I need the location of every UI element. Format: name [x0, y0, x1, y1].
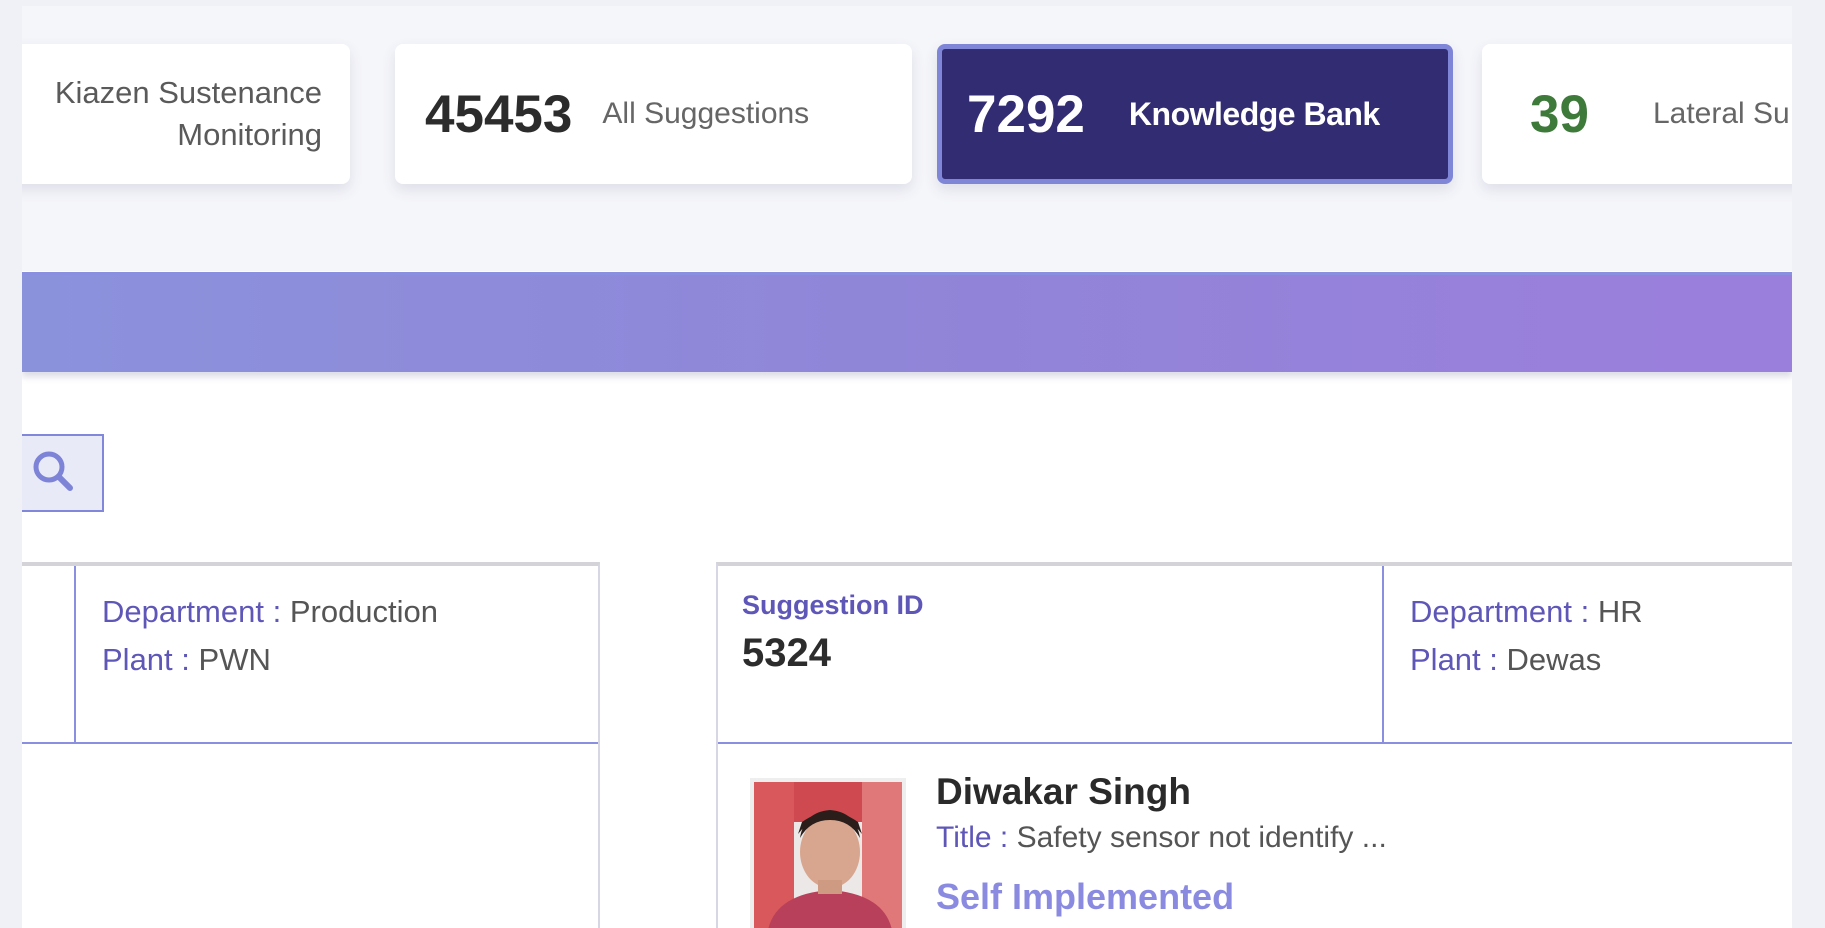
suggestion-id-value: 5324: [742, 631, 831, 675]
suggestion-card[interactable]: Department : Production Plant : PWN: [22, 562, 600, 928]
stat-card-all-suggestions[interactable]: 45453 All Suggestions: [395, 44, 912, 184]
user-name[interactable]: Diwakar Singh: [936, 771, 1191, 813]
department-row: Department : Production: [102, 588, 438, 636]
avatar: [750, 778, 906, 928]
department-value: Production: [289, 594, 439, 629]
title-key: Title :: [936, 821, 1009, 854]
search-icon: [28, 446, 78, 501]
stat-card-knowledge-bank[interactable]: 7292 Knowledge Bank: [937, 44, 1453, 184]
stats-bar: Kiazen Sustenance Monitoring 45453 All S…: [22, 6, 1792, 271]
knowledge-bank-label: Knowledge Bank: [1128, 95, 1380, 132]
kiazen-label-line2: Monitoring: [177, 117, 322, 152]
page-banner: [22, 272, 1792, 372]
kiazen-label-line1: Kiazen Sustenance: [54, 75, 322, 110]
stat-card-lateral-suggestions[interactable]: 39 Lateral Su: [1482, 44, 1792, 184]
stat-card-kiazen-sustenance[interactable]: Kiazen Sustenance Monitoring: [22, 44, 350, 184]
lateral-count: 39: [1530, 84, 1589, 144]
department-plant-info: Department : Production Plant : PWN: [102, 588, 438, 684]
status-badge: Self Implemented: [936, 876, 1235, 917]
plant-value: PWN: [198, 642, 271, 677]
card-header-divider: [1382, 566, 1384, 744]
plant-key: Plant :: [102, 642, 190, 677]
suggestion-id-label: Suggestion ID: [742, 590, 924, 620]
plant-row: Plant : PWN: [102, 636, 438, 684]
department-plant-info: Department : HR Plant : Dewas: [1410, 588, 1643, 684]
department-value: HR: [1597, 594, 1643, 629]
suggestion-title: Title : Safety sensor not identify ...: [936, 821, 1387, 855]
suggestion-card[interactable]: Suggestion ID 5324 Department : HR Plant…: [716, 562, 1792, 928]
all-suggestions-label: All Suggestions: [602, 97, 810, 130]
suggestion-id-block: Suggestion ID 5324: [742, 590, 924, 676]
plant-row: Plant : Dewas: [1410, 636, 1643, 684]
kiazen-label: Kiazen Sustenance Monitoring: [55, 72, 322, 156]
department-key: Department :: [1410, 594, 1590, 629]
plant-key: Plant :: [1410, 642, 1498, 677]
card-header-divider: [74, 566, 76, 744]
card-header: Department : Production Plant : PWN: [22, 566, 598, 744]
plant-value: Dewas: [1506, 642, 1602, 677]
knowledge-bank-count: 7292: [967, 84, 1085, 144]
lateral-label: Lateral Su: [1652, 97, 1790, 130]
title-value: Safety sensor not identify ...: [1016, 821, 1387, 854]
app-viewport: Kiazen Sustenance Monitoring 45453 All S…: [22, 6, 1792, 928]
search-button[interactable]: [22, 434, 104, 512]
department-key: Department :: [102, 594, 282, 629]
all-suggestions-count: 45453: [425, 84, 573, 144]
department-row: Department : HR: [1410, 588, 1643, 636]
card-header: Suggestion ID 5324 Department : HR Plant…: [718, 566, 1792, 744]
